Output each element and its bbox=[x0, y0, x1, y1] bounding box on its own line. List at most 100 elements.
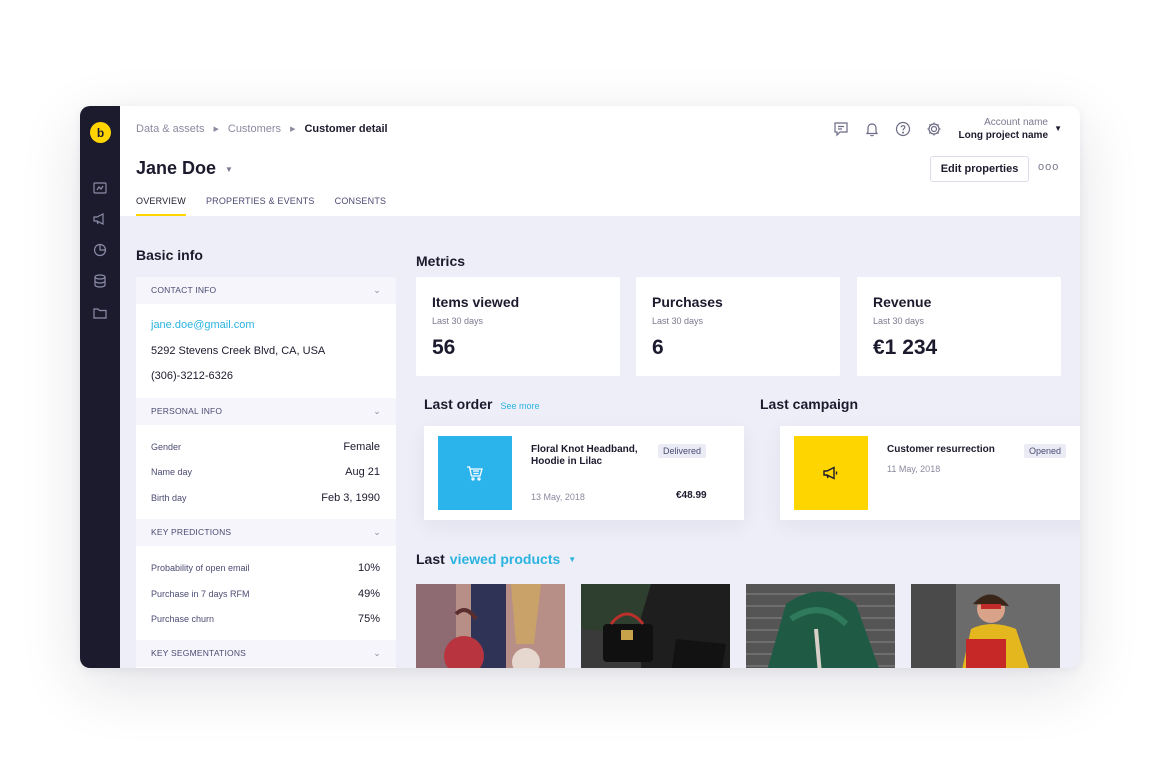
top-bar: Data & assets ▶ Customers ▶ Customer det… bbox=[120, 106, 1080, 216]
info-row: Birth day Feb 3, 1990 bbox=[151, 492, 380, 504]
gear-icon[interactable] bbox=[925, 120, 943, 138]
sidebar: b bbox=[80, 106, 120, 668]
product-image[interactable] bbox=[581, 584, 730, 668]
row-key: Birth day bbox=[151, 493, 187, 503]
metric-title: Items viewed bbox=[432, 294, 520, 310]
heading-prefix: Last bbox=[416, 551, 445, 567]
chevron-down-icon[interactable]: ⌄ bbox=[373, 398, 381, 425]
dashboard-icon[interactable] bbox=[92, 180, 108, 196]
chevron-down-icon[interactable]: ▼ bbox=[225, 165, 233, 174]
folder-icon[interactable] bbox=[92, 305, 108, 321]
row-value: 75% bbox=[357, 613, 380, 625]
product-image[interactable] bbox=[911, 584, 1060, 668]
tab-consents[interactable]: CONSENTS bbox=[335, 196, 387, 216]
bell-icon[interactable] bbox=[863, 120, 881, 138]
breadcrumb-separator-icon: ▶ bbox=[213, 126, 219, 133]
heading-accent[interactable]: viewed products bbox=[450, 551, 560, 567]
product-image[interactable] bbox=[746, 584, 895, 668]
info-row: Name day Aug 21 bbox=[151, 466, 380, 478]
viewed-products-heading[interactable]: Last viewed products ▼ bbox=[416, 551, 576, 567]
viewed-products-list bbox=[416, 584, 1076, 668]
personal-info-header[interactable]: PERSONAL INFO ⌄ bbox=[136, 398, 396, 425]
address-text: 5292 Stevens Creek Blvd, CA, USA bbox=[151, 345, 326, 357]
status-badge: Delivered bbox=[658, 444, 707, 458]
last-order-heading: Last order See more bbox=[424, 396, 540, 412]
info-row: Probability of open email 10% bbox=[151, 562, 380, 574]
metric-value: 6 bbox=[652, 336, 664, 359]
breadcrumb-customers[interactable]: Customers bbox=[228, 123, 281, 135]
tab-bar: OVERVIEW PROPERTIES & EVENTS CONSENTS bbox=[136, 196, 406, 216]
chevron-down-icon[interactable]: ⌄ bbox=[373, 640, 381, 667]
see-more-link[interactable]: See more bbox=[500, 401, 539, 411]
row-value: 10% bbox=[357, 562, 380, 574]
last-order-card[interactable]: Floral Knot Headband, Hoodie in Lilac De… bbox=[424, 426, 744, 520]
contact-info-header[interactable]: CONTACT INFO ⌄ bbox=[136, 277, 396, 304]
metric-title: Purchases bbox=[652, 294, 723, 310]
row-key: Purchase in 7 days RFM bbox=[151, 589, 250, 599]
chevron-down-icon[interactable]: ⌄ bbox=[373, 519, 381, 546]
metrics-heading: Metrics bbox=[416, 253, 466, 269]
row-value: Aug 21 bbox=[345, 466, 380, 478]
project-name: Long project name bbox=[958, 130, 1048, 141]
chevron-down-icon[interactable]: ▼ bbox=[568, 555, 576, 564]
tab-overview[interactable]: OVERVIEW bbox=[136, 196, 186, 216]
logo-icon[interactable]: b bbox=[90, 122, 111, 143]
chevron-down-icon[interactable]: ⌄ bbox=[373, 277, 381, 304]
info-row: Purchase in 7 days RFM 49% bbox=[151, 588, 380, 600]
megaphone-icon bbox=[823, 466, 838, 480]
row-key: Name day bbox=[151, 467, 193, 477]
breadcrumb-separator-icon: ▶ bbox=[290, 126, 296, 133]
more-options-icon[interactable]: ooo bbox=[1038, 161, 1059, 173]
chevron-down-icon[interactable]: ▼ bbox=[1054, 124, 1062, 133]
page-title[interactable]: Jane Doe ▼ bbox=[136, 158, 233, 179]
campaign-name[interactable]: Customer resurrection bbox=[887, 444, 1002, 456]
pie-chart-icon[interactable] bbox=[92, 242, 108, 258]
chat-icon[interactable] bbox=[832, 120, 850, 138]
info-row: Purchase churn 75% bbox=[151, 613, 380, 625]
basic-info-heading: Basic info bbox=[136, 247, 203, 263]
app-window: b Data & assets ▶ Customers ▶ Customer d… bbox=[80, 106, 1080, 668]
order-thumbnail bbox=[438, 436, 512, 510]
account-name: Account name bbox=[984, 117, 1048, 128]
section-label: PERSONAL INFO bbox=[151, 406, 223, 416]
metric-subtitle: Last 30 days bbox=[652, 316, 704, 326]
basic-info-card: CONTACT INFO ⌄ jane.doe@gmail.com 5292 S… bbox=[136, 277, 396, 668]
megaphone-icon[interactable] bbox=[92, 211, 108, 227]
customer-name: Jane Doe bbox=[136, 158, 217, 178]
last-campaign-heading: Last campaign bbox=[760, 396, 859, 412]
edit-properties-button[interactable]: Edit properties bbox=[930, 156, 1029, 182]
metric-card-items-viewed[interactable]: Items viewed Last 30 days 56 bbox=[416, 277, 620, 376]
metric-card-purchases[interactable]: Purchases Last 30 days 6 bbox=[636, 277, 840, 376]
campaign-date: 11 May, 2018 bbox=[887, 464, 941, 474]
section-title: Last order bbox=[424, 396, 493, 412]
breadcrumb-current: Customer detail bbox=[304, 123, 388, 135]
metric-value: 56 bbox=[432, 336, 456, 359]
row-value: 49% bbox=[357, 588, 380, 600]
section-label: KEY SEGMENTATIONS bbox=[151, 648, 247, 658]
metric-card-revenue[interactable]: Revenue Last 30 days €1 234 bbox=[857, 277, 1061, 376]
tab-properties-events[interactable]: PROPERTIES & EVENTS bbox=[206, 196, 315, 216]
section-label: CONTACT INFO bbox=[151, 285, 217, 295]
metric-title: Revenue bbox=[873, 294, 932, 310]
section-label: KEY PREDICTIONS bbox=[151, 527, 232, 537]
breadcrumb: Data & assets ▶ Customers ▶ Customer det… bbox=[136, 123, 388, 135]
metric-subtitle: Last 30 days bbox=[432, 316, 484, 326]
email-link[interactable]: jane.doe@gmail.com bbox=[151, 319, 255, 331]
metric-subtitle: Last 30 days bbox=[873, 316, 925, 326]
phone-text: (306)-3212-6326 bbox=[151, 370, 233, 382]
last-campaign-card[interactable]: Customer resurrection Opened 11 May, 201… bbox=[780, 426, 1080, 520]
order-price: €48.99 bbox=[676, 490, 707, 501]
order-product-name[interactable]: Floral Knot Headband, Hoodie in Lilac bbox=[531, 444, 646, 468]
row-value: Female bbox=[343, 441, 380, 453]
info-row: Gender Female bbox=[151, 441, 380, 453]
key-predictions-header[interactable]: KEY PREDICTIONS ⌄ bbox=[136, 519, 396, 546]
breadcrumb-data-assets[interactable]: Data & assets bbox=[136, 123, 204, 135]
help-icon[interactable] bbox=[894, 120, 912, 138]
metric-value: €1 234 bbox=[873, 336, 938, 359]
database-icon[interactable] bbox=[92, 273, 108, 289]
key-segmentations-header[interactable]: KEY SEGMENTATIONS ⌄ bbox=[136, 640, 396, 667]
order-date: 13 May, 2018 bbox=[531, 492, 585, 502]
account-switcher[interactable]: Account name Long project name bbox=[959, 116, 1048, 142]
row-key: Purchase churn bbox=[151, 614, 215, 624]
product-image[interactable] bbox=[416, 584, 565, 668]
